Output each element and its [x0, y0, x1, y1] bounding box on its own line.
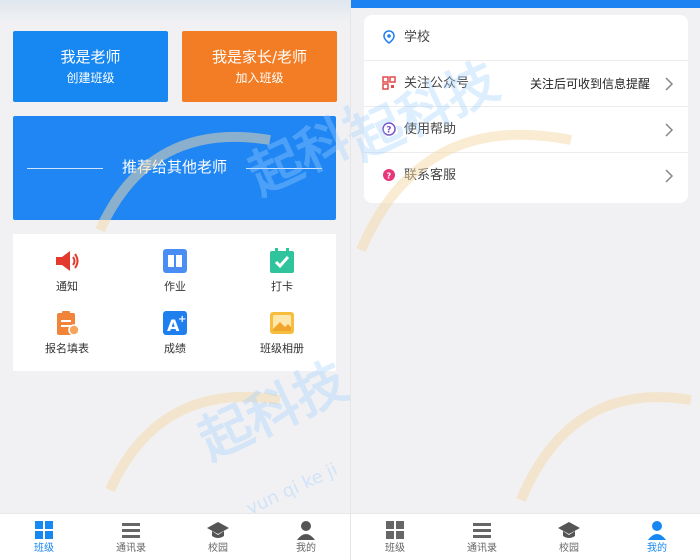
nav-tab-class[interactable]: 班级: [365, 520, 425, 556]
bottom-nav: 班级 通讯录 校园 我的: [0, 513, 350, 560]
tool-notice[interactable]: 通知: [27, 248, 107, 294]
tool-signup-form[interactable]: 报名填表: [27, 310, 107, 356]
nav-label: 班级: [385, 543, 405, 554]
nav-label: 我的: [647, 543, 667, 554]
svg-text:?: ?: [386, 126, 391, 136]
tool-label: 作业: [164, 280, 186, 293]
menu-contact-support[interactable]: ? 联系客服: [364, 153, 688, 199]
graduation-cap-icon: [207, 522, 229, 538]
user-icon: [648, 521, 666, 540]
nav-tab-contacts[interactable]: 通讯录: [452, 520, 512, 556]
calendar-check-icon: [270, 248, 294, 273]
tools-grid: 通知 作业 打卡 报名填表 A + 成绩 班级相册: [13, 234, 336, 371]
menu-follow-account[interactable]: 关注公众号 关注后可收到信息提醒: [364, 61, 688, 107]
menu-label: 使用帮助: [404, 122, 457, 137]
watermark-logo: [516, 392, 692, 502]
chevron-right-icon: [665, 123, 674, 137]
recommend-to-teachers-banner[interactable]: 推荐给其他老师: [13, 116, 336, 220]
qr-code-icon: [382, 76, 396, 90]
nav-label: 通讯录: [467, 543, 497, 554]
tool-homework[interactable]: 作业: [135, 248, 215, 294]
tool-label: 班级相册: [260, 342, 304, 355]
teacher-create-class-button[interactable]: 我是老师 创建班级: [13, 31, 168, 102]
chevron-right-icon: [665, 169, 674, 183]
graduation-cap-icon: [558, 522, 580, 538]
photo-album-icon: [270, 312, 294, 334]
grade-a-plus-icon: A +: [163, 311, 187, 335]
nav-label: 我的: [296, 543, 316, 554]
clipboard-icon: [57, 311, 80, 336]
parent-card-title: 我是家长/老师: [211, 48, 308, 66]
menu-label: 联系客服: [404, 168, 457, 183]
user-icon: [297, 521, 315, 540]
speaker-icon: [56, 251, 79, 271]
svg-text:+: +: [178, 314, 186, 325]
grid-icon: [35, 521, 53, 539]
parent-card-subtitle: 加入班级: [235, 71, 284, 85]
menu-school[interactable]: 学校: [364, 15, 688, 61]
nav-tab-class[interactable]: 班级: [14, 520, 74, 556]
tool-label: 通知: [56, 280, 78, 293]
location-pin-icon: [383, 30, 395, 44]
tool-class-album[interactable]: 班级相册: [242, 310, 322, 356]
menu-help[interactable]: ? 使用帮助: [364, 107, 688, 153]
menu-label: 关注公众号: [404, 76, 470, 91]
banner-divider-right: [246, 168, 322, 169]
nav-tab-campus[interactable]: 校园: [539, 520, 599, 556]
bottom-nav: 班级 通讯录 校园 我的: [351, 513, 700, 560]
list-icon: [473, 523, 491, 538]
class-screen: 我是老师 创建班级 我是家长/老师 加入班级 推荐给其他老师 通知 作业 打卡 …: [0, 0, 350, 560]
teacher-card-subtitle: 创建班级: [66, 71, 115, 85]
tool-label: 成绩: [164, 342, 186, 355]
tool-checkin[interactable]: 打卡: [242, 248, 322, 294]
parent-join-class-button[interactable]: 我是家长/老师 加入班级: [182, 31, 337, 102]
tool-label: 打卡: [271, 280, 293, 293]
header-gradient: [0, 0, 350, 22]
nav-label: 校园: [559, 543, 579, 554]
recommend-banner-label: 推荐给其他老师: [121, 158, 227, 176]
chevron-right-icon: [665, 77, 674, 91]
svg-text:?: ?: [387, 172, 392, 181]
my-screen: 学校 关注公众号 关注后可收到信息提醒 ? 使用帮助 ? 联系客服 起科技 班级…: [350, 0, 700, 560]
tool-label: 报名填表: [45, 342, 89, 355]
settings-menu: 学校 关注公众号 关注后可收到信息提醒 ? 使用帮助 ? 联系客服: [364, 15, 688, 203]
nav-tab-contacts[interactable]: 通讯录: [101, 520, 161, 556]
teacher-card-title: 我是老师: [60, 48, 121, 66]
list-icon: [122, 523, 140, 538]
menu-label: 学校: [404, 30, 431, 45]
follow-hint-text: 关注后可收到信息提醒: [529, 77, 650, 91]
nav-tab-mine[interactable]: 我的: [627, 520, 687, 556]
tool-grades[interactable]: A + 成绩: [135, 310, 215, 356]
nav-label: 班级: [34, 543, 54, 554]
nav-tab-campus[interactable]: 校园: [188, 520, 248, 556]
header-bar: [351, 0, 700, 8]
book-icon: [163, 249, 187, 273]
nav-label: 校园: [208, 543, 228, 554]
help-circle-icon: ?: [382, 122, 396, 136]
svg-text:yun qi ke ji: yun qi ke ji: [243, 459, 341, 519]
nav-label: 通讯录: [116, 543, 146, 554]
nav-tab-mine[interactable]: 我的: [276, 520, 336, 556]
support-icon: ?: [383, 169, 395, 181]
grid-icon: [386, 521, 404, 539]
